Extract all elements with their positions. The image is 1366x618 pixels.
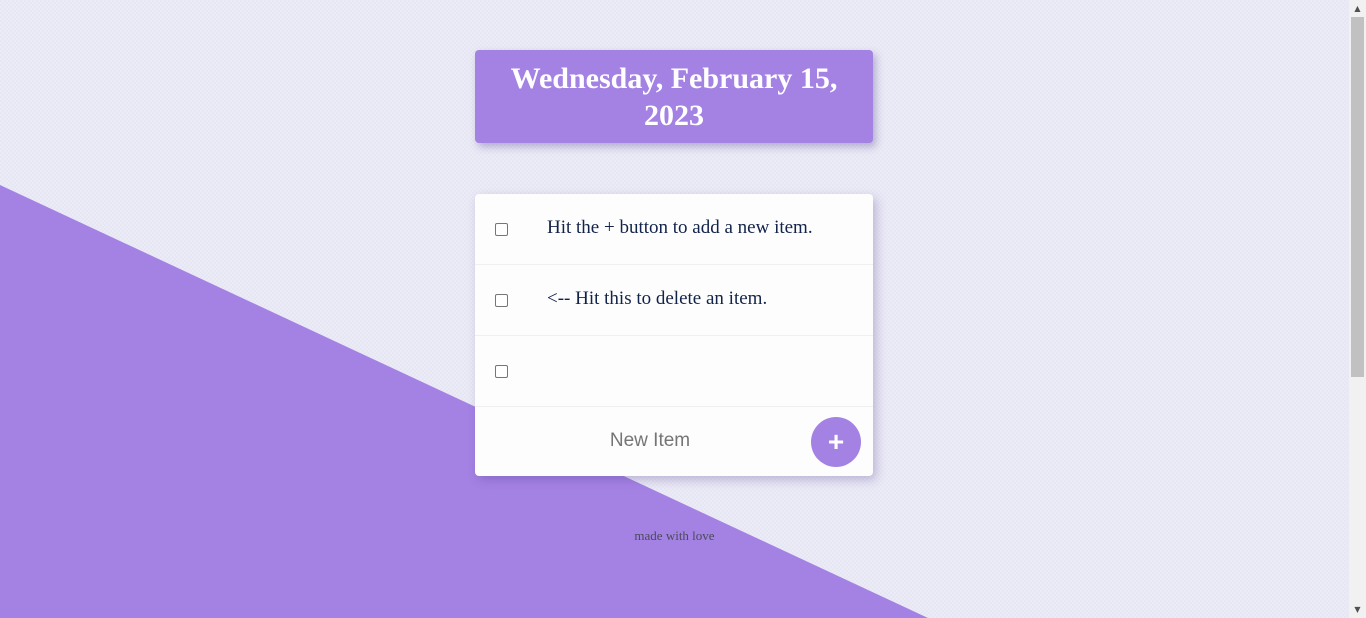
todo-item-text: Hit the + button to add a new item. bbox=[547, 217, 813, 238]
delete-item-checkbox[interactable] bbox=[495, 223, 508, 236]
footer-text: made with love bbox=[634, 528, 715, 543]
todo-item bbox=[475, 336, 873, 407]
page: Wednesday, February 15, 2023 Hit the + b… bbox=[0, 0, 1349, 618]
date-heading-box: Wednesday, February 15, 2023 bbox=[475, 50, 873, 143]
delete-item-checkbox[interactable] bbox=[495, 365, 508, 378]
todo-item-text: <-- Hit this to delete an item. bbox=[547, 288, 768, 309]
scroll-up-arrow-icon[interactable]: ▲ bbox=[1349, 0, 1366, 17]
todo-item: <-- Hit this to delete an item. bbox=[475, 265, 873, 336]
new-item-input[interactable] bbox=[495, 421, 805, 461]
new-item-form: + bbox=[475, 407, 873, 476]
date-heading: Wednesday, February 15, 2023 bbox=[510, 61, 838, 132]
todo-list-card: Hit the + button to add a new item. <-- … bbox=[475, 194, 873, 476]
todo-item: Hit the + button to add a new item. bbox=[475, 194, 873, 265]
scroll-down-arrow-icon[interactable]: ▼ bbox=[1349, 601, 1366, 618]
delete-item-checkbox[interactable] bbox=[495, 294, 508, 307]
add-item-button[interactable]: + bbox=[811, 417, 861, 467]
vertical-scrollbar[interactable]: ▲ ▼ bbox=[1349, 0, 1366, 618]
scrollbar-thumb[interactable] bbox=[1351, 17, 1364, 377]
